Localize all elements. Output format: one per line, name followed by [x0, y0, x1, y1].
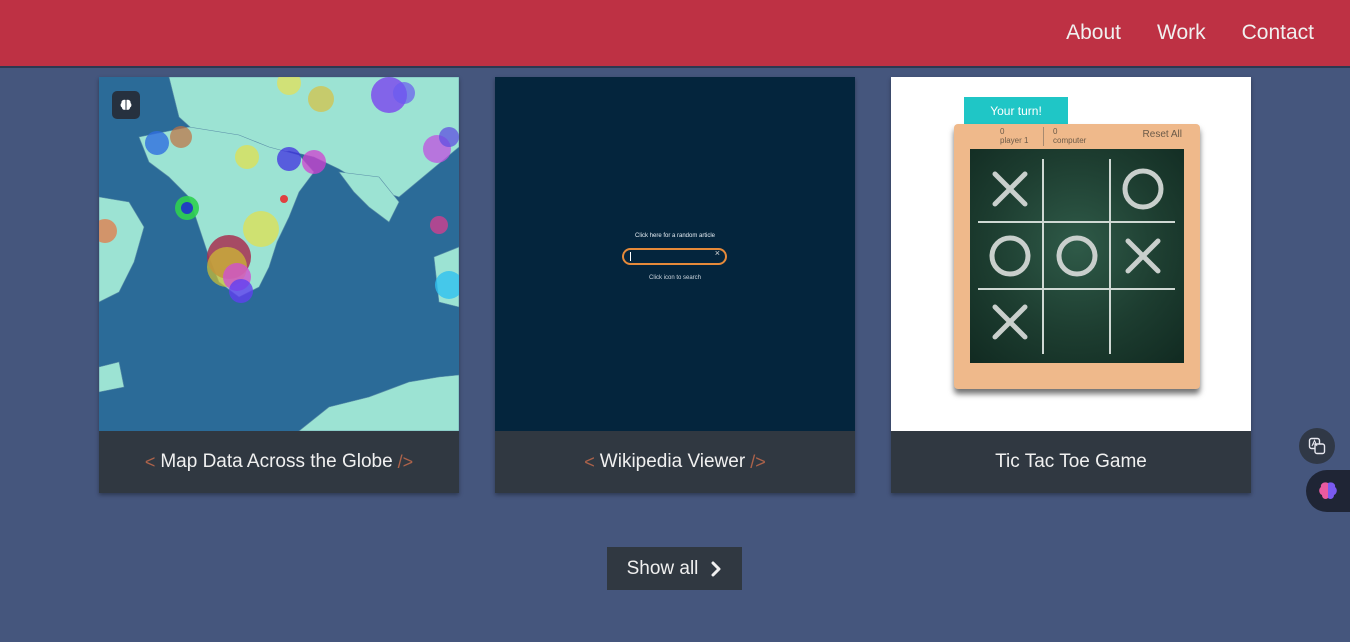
close-icon: × [714, 248, 720, 258]
chevron-right-icon [711, 561, 721, 576]
project-screenshot-wikipedia: Click here for a random article × Click … [495, 77, 855, 431]
computer-label: computer [1053, 136, 1087, 145]
project-screenshot-tictactoe: Your turn! 0 player 1 0 computer Reset A… [891, 77, 1251, 431]
x-mark [992, 171, 1028, 207]
o-mark [1122, 168, 1164, 210]
project-title-wikipedia: < Wikipedia Viewer /> [495, 431, 855, 493]
bracket-right: /> [397, 451, 414, 472]
player1-label: player 1 [1000, 136, 1029, 145]
bracket-left: < [144, 451, 156, 472]
tictactoe-image: Your turn! 0 player 1 0 computer Reset A… [891, 77, 1251, 431]
x-mark [1125, 238, 1161, 274]
projects-grid: < Map Data Across the Globe /> Click her… [99, 77, 1251, 493]
project-title-tictactoe: Tic Tac Toe Game [891, 431, 1251, 493]
brain-icon[interactable] [112, 91, 140, 119]
translate-button[interactable] [1299, 428, 1335, 464]
o-mark [1056, 235, 1098, 277]
nav-link-work[interactable]: Work [1139, 21, 1224, 45]
reset-label: Reset All [1142, 129, 1182, 140]
nav-link-about[interactable]: About [1048, 21, 1139, 45]
search-hint: Click icon to search [648, 275, 702, 281]
computer-score-value: 0 [1053, 127, 1058, 136]
navbar: About Work Contact [0, 0, 1350, 66]
bracket-right: /> [750, 451, 766, 472]
text-caret [630, 252, 631, 261]
wiki-search-box: × [622, 248, 727, 265]
nav-link-contact[interactable]: Contact [1224, 21, 1332, 45]
random-article-link: Click here for a random article [634, 233, 716, 239]
wikipedia-viewer-image: Click here for a random article × Click … [495, 77, 855, 431]
project-title-map: < Map Data Across the Globe /> [99, 431, 459, 493]
o-mark [989, 235, 1031, 277]
player1-score: 0 player 1 [1000, 127, 1028, 145]
brain-assistant-button[interactable] [1306, 470, 1350, 512]
project-screenshot-map [99, 77, 459, 431]
score-divider [1043, 127, 1044, 146]
turn-indicator: Your turn! [964, 97, 1068, 124]
project-title-text: Wikipedia Viewer [599, 451, 746, 472]
bracket-left: < [584, 451, 595, 472]
show-all-button[interactable]: Show all [607, 547, 742, 590]
player1-score-value: 0 [1000, 127, 1005, 136]
world-map-image [99, 77, 459, 431]
project-title-text: Map Data Across the Globe [160, 451, 393, 472]
project-tile-map[interactable]: < Map Data Across the Globe /> [99, 77, 459, 493]
project-tile-wikipedia[interactable]: Click here for a random article × Click … [495, 77, 855, 493]
chalkboard [970, 149, 1184, 363]
translate-icon [1308, 437, 1326, 455]
board-frame: 0 player 1 0 computer Reset All [954, 124, 1200, 389]
x-mark [992, 304, 1028, 340]
computer-score: 0 computer [1053, 127, 1086, 145]
project-title-text: Tic Tac Toe Game [995, 451, 1147, 472]
brain-icon [1319, 482, 1337, 499]
show-all-label: Show all [626, 557, 699, 579]
board-grid [978, 159, 1175, 354]
project-tile-tictactoe[interactable]: Your turn! 0 player 1 0 computer Reset A… [891, 77, 1251, 493]
